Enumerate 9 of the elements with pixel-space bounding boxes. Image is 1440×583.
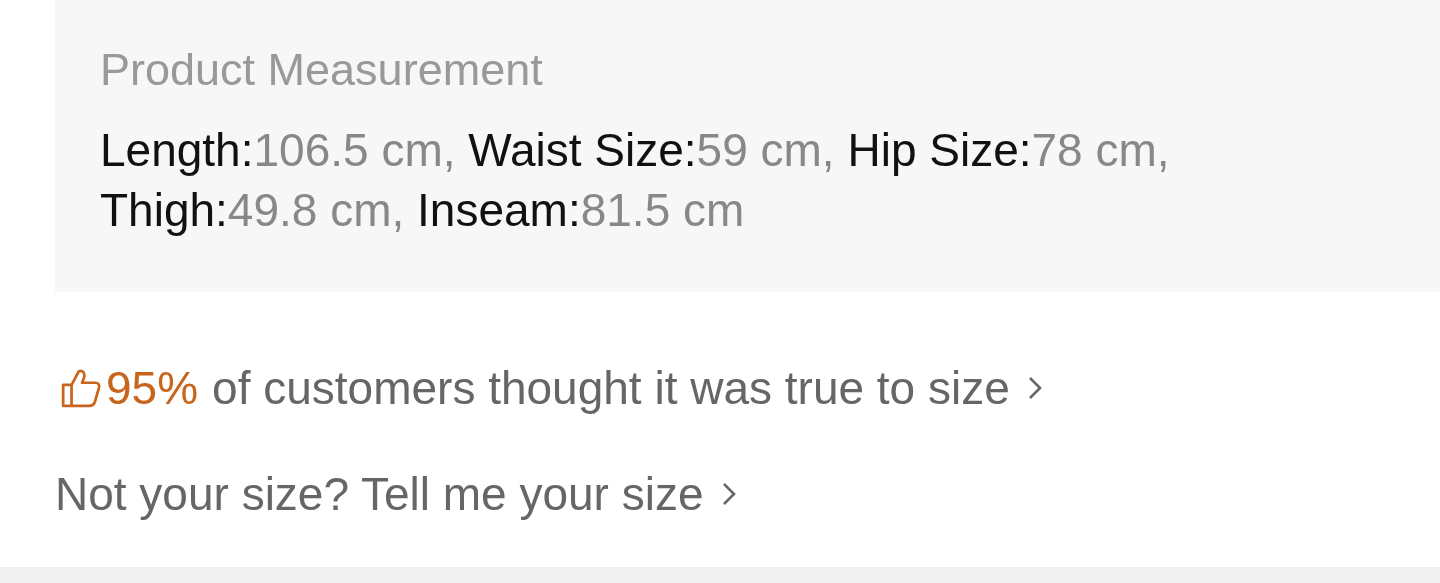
thumbs-up-icon <box>60 367 102 409</box>
fit-percent: 95% <box>106 361 199 416</box>
chevron-right-icon <box>721 482 736 506</box>
chevron-right-icon <box>1027 376 1042 400</box>
panel-title: Product Measurement <box>100 43 544 97</box>
fit-summary-link[interactable]: 95% of customers thought it was true to size <box>60 360 1042 416</box>
size-help-link[interactable]: Not your size? Tell me your size <box>55 466 736 522</box>
fit-text: of customers thought it was true to size <box>212 361 1010 416</box>
measurement-text: Length:106.5 cm, Waist Size:59 cm, Hip Size:78 cm, Thigh:49.8 cm, Inseam:81.5 cm <box>100 123 1171 238</box>
